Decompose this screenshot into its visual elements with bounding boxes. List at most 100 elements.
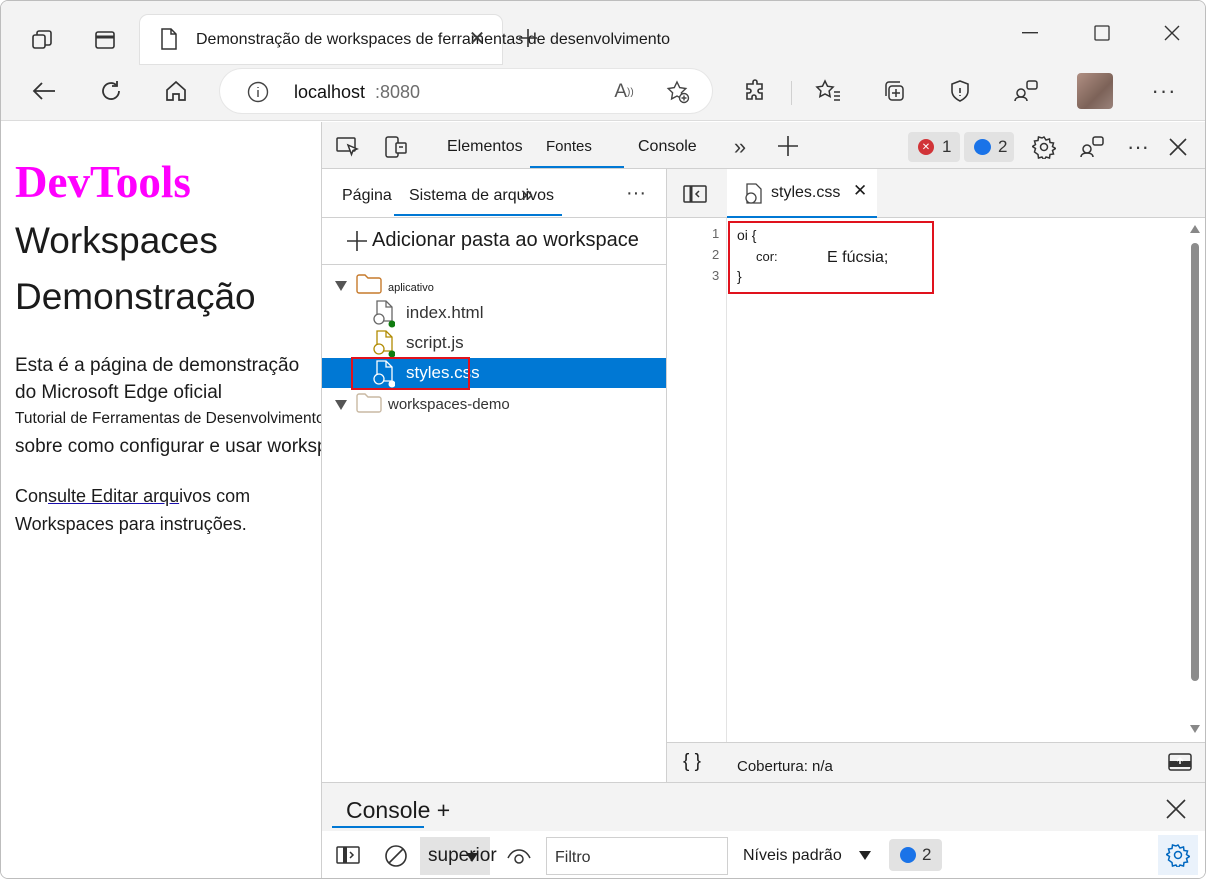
message-count: 2 [998,137,1008,156]
profile-avatar[interactable] [1077,73,1113,109]
filter-placeholder: Filtro [555,849,591,866]
page-text-line: Tutorial de Ferramentas de Desenvolvimen… [15,410,325,427]
folder-label[interactable]: aplicativo [388,282,434,294]
toggle-debugger-icon[interactable] [1167,752,1193,772]
levels-chevron-down-icon[interactable] [859,851,871,860]
console-toolbar: superior Filtro Níveis padrão 2 [322,831,1205,878]
workspaces-icon[interactable] [28,26,56,54]
scrollbar-thumb[interactable] [1191,243,1199,681]
add-folder-row[interactable]: Adicionar pasta ao workspace [322,218,666,265]
tab-title: Demonstração de workspaces de ferramenta… [196,31,671,48]
refresh-icon[interactable] [96,77,126,105]
address-host: localhost [294,82,366,102]
add-favorite-icon[interactable] [664,79,692,105]
coverage-status: Cobertura: n/a [737,758,833,775]
console-sidebar-icon[interactable] [334,843,362,867]
html-file-icon [372,300,396,328]
message-icon [900,847,916,863]
more-subtabs-icon[interactable]: » [514,181,540,206]
tab-elements[interactable]: Elementos [447,138,523,156]
add-tool-icon[interactable] [774,133,802,159]
plus-icon [346,230,368,252]
close-drawer-icon[interactable] [1162,795,1190,823]
editor-tabbar: styles.css ✕ [667,169,1205,218]
drawer-tab-indicator [332,826,424,828]
live-expression-eye-icon[interactable] [506,845,532,867]
more-tabs-icon[interactable]: » [726,134,754,160]
expand-arrow-icon[interactable] [334,398,348,412]
devtools-more-icon[interactable]: ··· [1124,133,1152,161]
new-tab-icon[interactable] [513,23,543,53]
clear-console-icon[interactable] [382,843,410,869]
home-icon[interactable] [161,77,191,105]
console-message-count: 2 [922,845,932,864]
address-port: :8080 [375,82,421,102]
vertical-tabs-icon[interactable] [91,26,119,54]
back-icon[interactable] [29,77,59,105]
inspect-element-icon[interactable] [334,134,362,160]
log-levels-dropdown[interactable]: Níveis padrão [743,847,842,865]
folder-icon [356,392,382,414]
tab-sources[interactable]: Fontes [546,138,592,155]
page-heading-demo: Demonstração [15,276,256,317]
settings-gear-icon[interactable] [1030,133,1058,161]
context-selector[interactable]: superior [420,837,497,875]
editor-file-name: styles.css [771,184,841,201]
error-icon: ✕ [918,139,934,155]
message-count-badge[interactable]: 2 [964,132,1014,162]
browser-tab[interactable]: Demonstração de workspaces de ferramenta… [140,15,670,64]
address-bar[interactable]: localhost :8080 A)) [220,69,712,113]
browser-window: Demonstração de workspaces de ferramenta… [0,0,1206,879]
file-script-js[interactable]: script.js [406,333,464,353]
favorites-icon[interactable] [813,77,843,105]
collections-icon[interactable] [879,77,909,105]
close-devtools-icon[interactable] [1164,133,1192,161]
error-count-badge[interactable]: ✕ 1 [908,132,960,162]
page-text-line: Workspaces para instruções. [15,514,247,534]
line-number: 1 [712,226,720,241]
close-window-icon[interactable] [1159,21,1185,45]
more-menu-icon[interactable]: ··· [1149,77,1179,105]
minimize-icon[interactable] [1017,21,1043,45]
js-file-icon [372,330,396,358]
navigator-more-icon[interactable]: ··· [620,181,652,205]
page-icon [156,26,182,52]
active-tab-indicator [530,166,624,168]
devtools-panel: Elementos Fontes Console » ✕ 1 2 ··· Pág… [321,122,1205,878]
web-page: DevTools Workspaces Demonstração Esta é … [1,122,373,878]
device-emulation-icon[interactable] [382,134,410,160]
toolbar-divider [791,81,792,105]
console-message-badge[interactable]: 2 [889,839,942,871]
edit-files-link[interactable]: sulte Editar arqu [48,486,179,506]
expand-arrow-icon[interactable] [334,279,348,293]
line-number: 2 [712,247,720,262]
error-count: 1 [942,137,952,156]
page-heading-devtools: DevTools [15,157,191,207]
line-gutter: 1 2 3 [667,218,727,742]
info-icon[interactable] [246,80,270,104]
close-file-icon[interactable]: ✕ [853,181,867,201]
tab-console[interactable]: Console [638,138,697,156]
vertical-scrollbar[interactable] [1188,221,1202,741]
close-tab-icon[interactable]: ✕ [466,27,488,50]
devtools-feedback-icon[interactable] [1078,133,1106,161]
read-aloud-icon[interactable]: A)) [610,79,638,105]
extensions-icon[interactable] [741,77,771,105]
editor-file-tab[interactable]: styles.css ✕ [727,169,877,218]
drawer-console-tab[interactable]: Console + [346,797,450,824]
toggle-navigator-icon[interactable] [681,183,709,205]
page-text-line: Consulte Editar arquivos com [15,486,250,507]
console-settings-button[interactable] [1158,835,1198,875]
file-index-html[interactable]: index.html [406,303,483,323]
pretty-print-button[interactable]: { } [683,751,701,773]
tab-page[interactable]: Página [342,187,392,205]
folder-label[interactable]: workspaces-demo [388,396,510,413]
console-filter-input[interactable]: Filtro [546,837,728,875]
feedback-icon[interactable] [1011,77,1041,105]
highlight-box [351,357,470,390]
highlight-box [728,221,934,294]
console-settings-gear-icon [1166,844,1190,867]
browser-essentials-icon[interactable] [945,77,975,105]
page-text-fragment: ivos com [179,486,251,506]
maximize-icon[interactable] [1089,21,1115,45]
